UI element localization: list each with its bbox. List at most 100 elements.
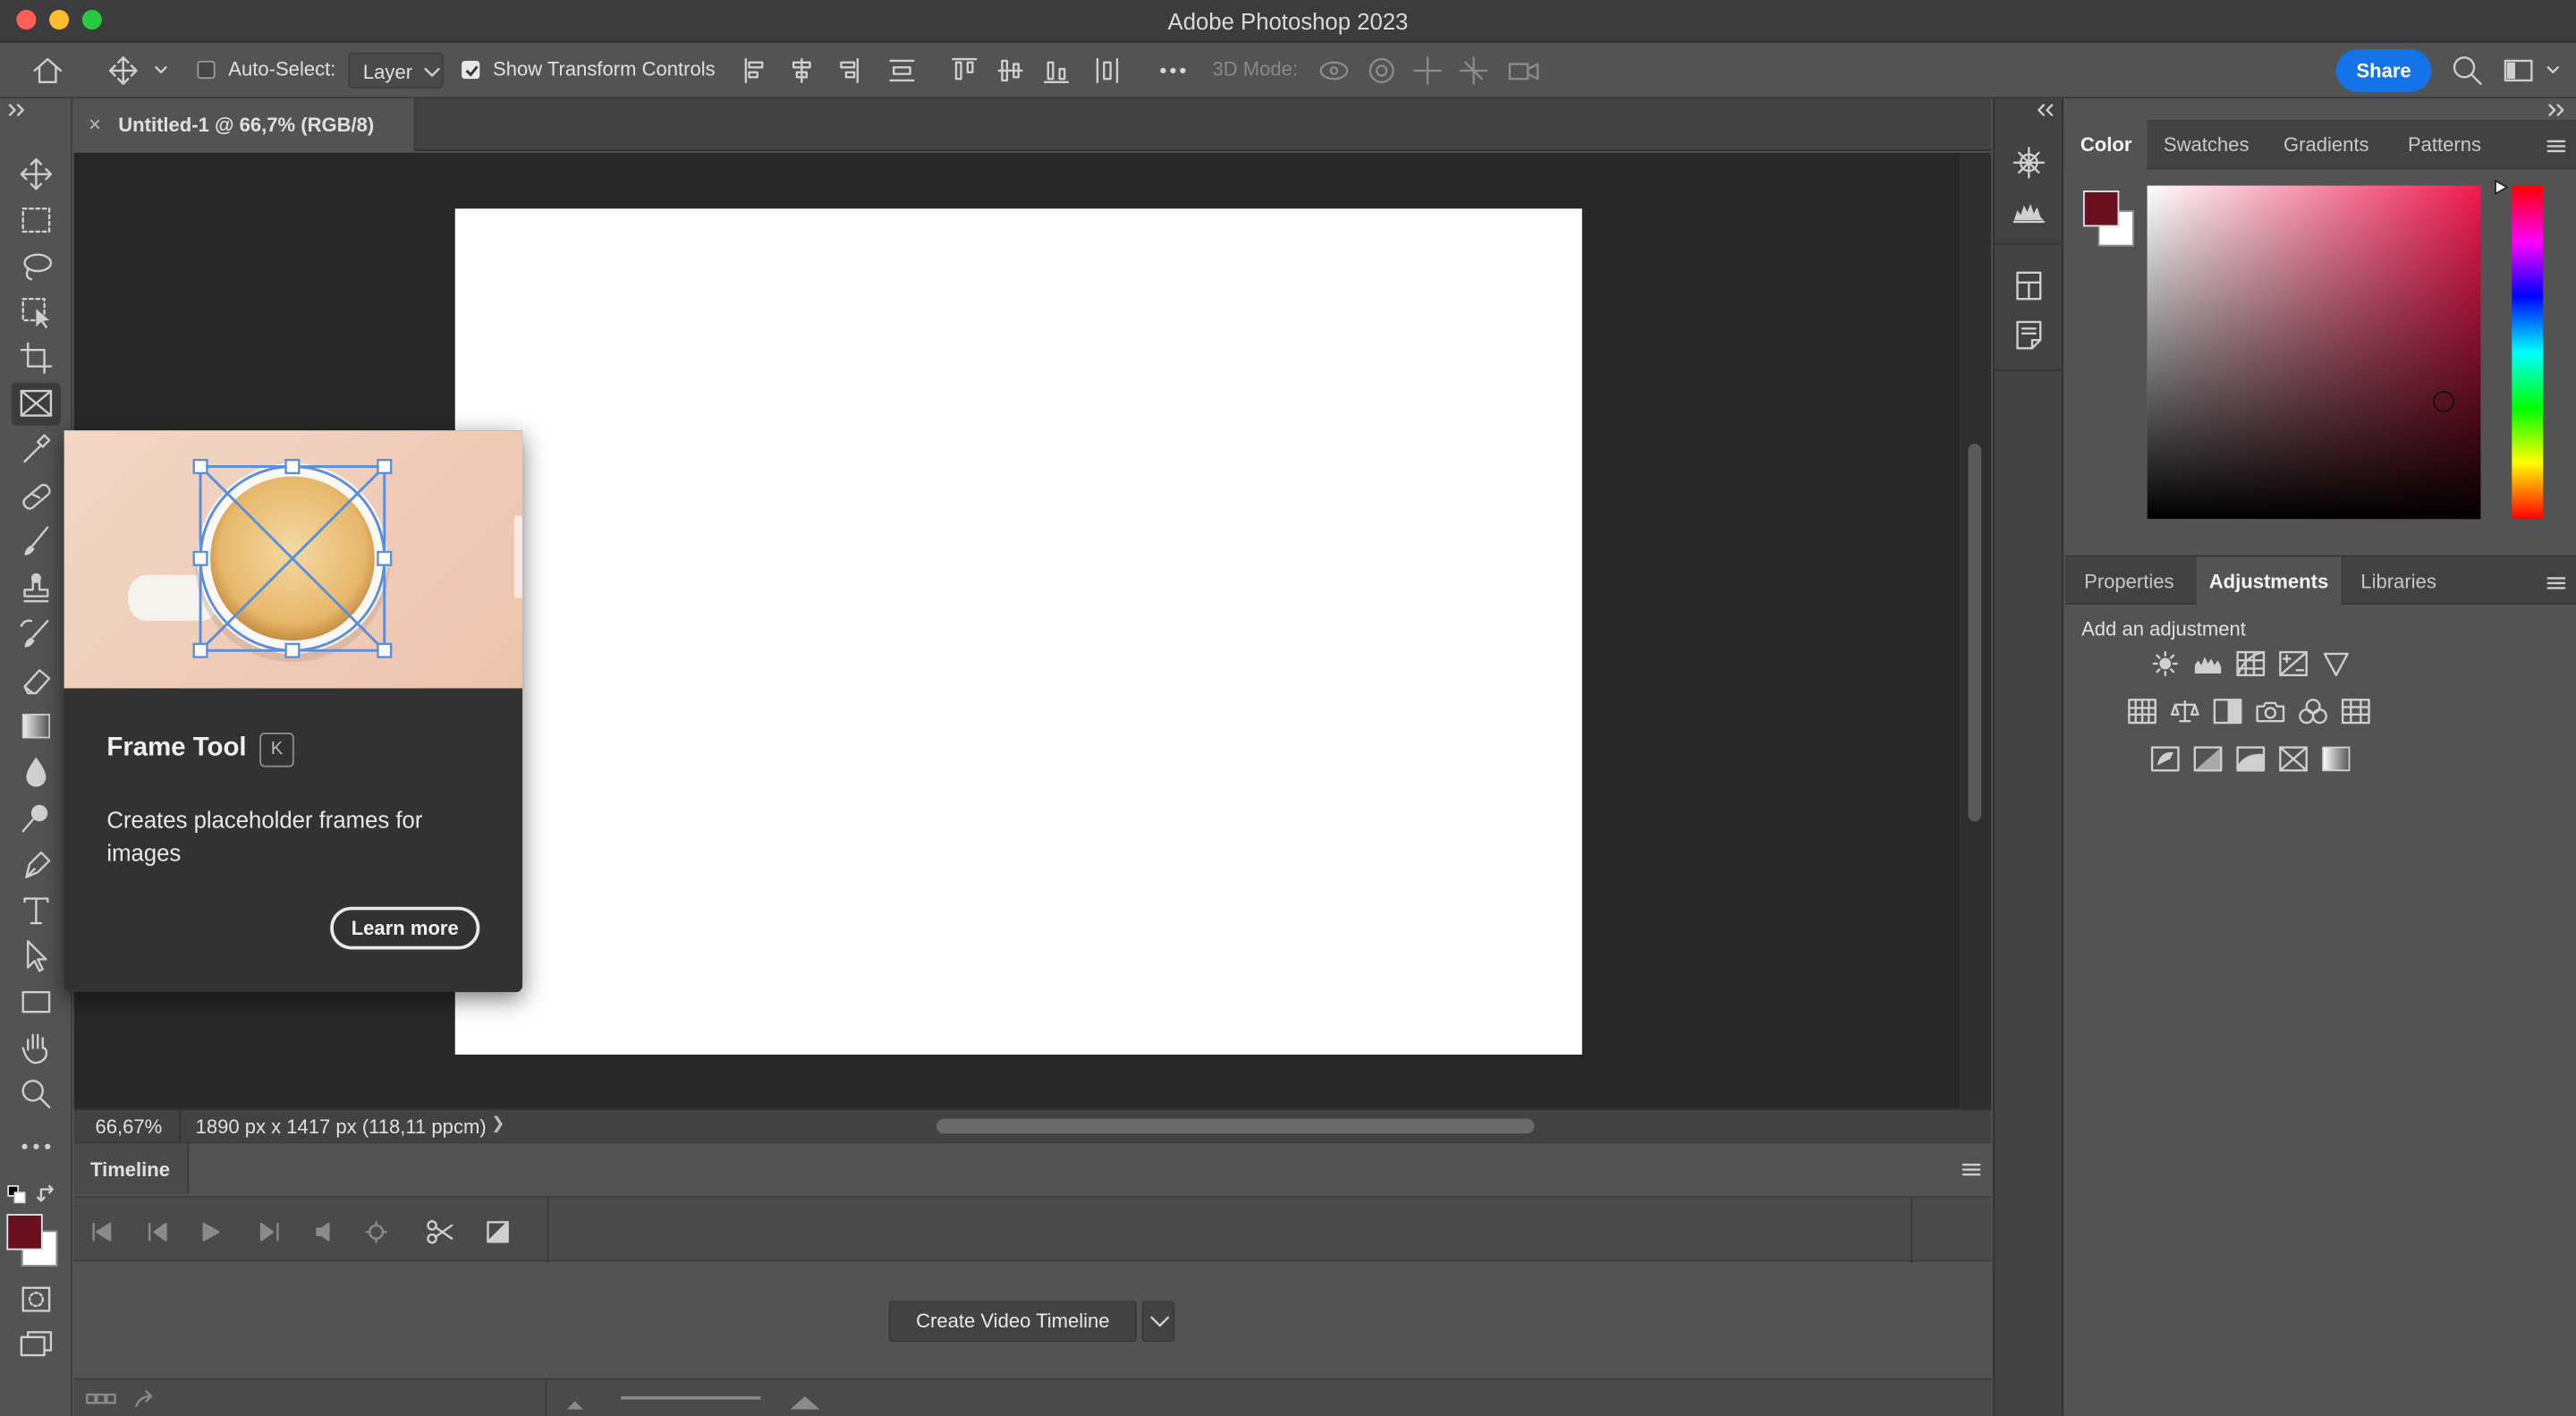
hue-slider[interactable] — [2512, 185, 2544, 520]
learn-more-button[interactable]: Learn more — [330, 906, 480, 950]
selective-color-icon[interactable] — [2279, 746, 2309, 772]
brightness-contrast-icon[interactable] — [2150, 650, 2180, 676]
collapse-arrows-icon[interactable] — [8, 104, 28, 117]
marquee-tool[interactable] — [12, 199, 61, 242]
threshold-icon[interactable] — [2236, 746, 2266, 772]
tooltip-illustration — [64, 430, 523, 689]
history-brush-tool[interactable] — [12, 613, 61, 656]
black-white-icon[interactable] — [2213, 698, 2242, 725]
horizontal-scrollbar-thumb[interactable] — [936, 1118, 1535, 1134]
exposure-icon[interactable] — [2279, 650, 2309, 676]
screen-mode-button[interactable] — [12, 1324, 61, 1367]
lasso-tool[interactable] — [12, 245, 61, 288]
tab-patterns[interactable]: Patterns — [2394, 120, 2496, 169]
color-balance-icon[interactable] — [2170, 698, 2199, 724]
panel-foreground-swatch[interactable] — [2082, 191, 2120, 227]
hue-slider-marker-icon[interactable] — [2494, 179, 2510, 196]
move-tool[interactable] — [12, 153, 61, 196]
eraser-tool[interactable] — [12, 658, 61, 701]
show-transform-checkbox[interactable] — [462, 60, 480, 80]
timeline-menu-icon[interactable] — [1960, 1159, 1983, 1179]
move-tool-preset-icon[interactable] — [106, 53, 171, 89]
crop-tool[interactable] — [12, 336, 61, 379]
navigator-dock-button[interactable] — [2011, 145, 2046, 181]
adjustments-panel-menu-icon[interactable] — [2545, 573, 2568, 593]
align-controls[interactable] — [740, 55, 1150, 85]
color-lookup-icon[interactable] — [2341, 698, 2370, 725]
pen-tool[interactable] — [12, 843, 61, 886]
eyedropper-tool[interactable] — [12, 428, 61, 471]
tab-color[interactable]: Color — [2064, 120, 2148, 170]
panel-dock — [1992, 98, 2063, 1416]
share-button[interactable]: Share — [2335, 49, 2432, 92]
expand-panels-icon[interactable] — [2546, 104, 2566, 117]
document-tab-bar: × Untitled-1 @ 66,7% (RGB/8) — [73, 98, 1992, 151]
hue-saturation-icon[interactable] — [2128, 698, 2157, 725]
photo-filter-icon[interactable] — [2256, 698, 2285, 724]
rectangle-tool[interactable] — [12, 980, 61, 1023]
timeline-zoom-slider[interactable] — [564, 1390, 843, 1413]
foreground-color-swatch[interactable] — [6, 1214, 43, 1251]
healing-brush-tool[interactable] — [12, 475, 61, 518]
histogram-dock-button[interactable] — [2011, 194, 2046, 230]
panel-layout-icon — [2016, 271, 2042, 301]
search-icon[interactable] — [2451, 55, 2484, 88]
document-tab[interactable]: × Untitled-1 @ 66,7% (RGB/8) — [73, 98, 416, 151]
tab-swatches[interactable]: Swatches — [2150, 120, 2262, 169]
edit-toolbar-button[interactable] — [12, 1130, 61, 1173]
color-picker-cursor[interactable] — [2433, 391, 2455, 412]
gradient-map-icon[interactable] — [2321, 746, 2351, 772]
home-icon[interactable] — [30, 53, 65, 89]
more-options-icon[interactable] — [1157, 55, 1190, 85]
workspace-icon[interactable] — [2502, 55, 2567, 85]
notes-dock-button[interactable] — [2011, 317, 2046, 352]
auto-select-target-dropdown[interactable]: Layer — [348, 52, 444, 89]
collapse-dock-icon[interactable] — [2036, 104, 2055, 117]
document-canvas[interactable] — [454, 208, 1582, 1055]
color-panel-menu-icon[interactable] — [2545, 136, 2568, 156]
object-selection-tool[interactable] — [12, 291, 61, 334]
tab-gradients[interactable]: Gradients — [2268, 120, 2384, 169]
clone-stamp-tool[interactable] — [12, 567, 61, 610]
timeline-tab[interactable]: Timeline — [73, 1143, 190, 1195]
close-tab-icon[interactable]: × — [89, 112, 101, 137]
path-selection-tool[interactable] — [12, 935, 61, 978]
tab-libraries[interactable]: Libraries — [2344, 557, 2453, 606]
dodge-tool[interactable] — [12, 797, 61, 840]
tab-adjustments[interactable]: Adjustments — [2196, 556, 2342, 606]
hand-tool[interactable] — [12, 1027, 61, 1070]
channel-mixer-icon[interactable] — [2299, 698, 2328, 725]
brush-tool[interactable] — [12, 521, 61, 564]
blur-tool[interactable] — [12, 750, 61, 793]
path-select-icon — [27, 940, 47, 972]
color-picker-field[interactable] — [2147, 185, 2481, 520]
vertical-scrollbar-thumb[interactable] — [1968, 443, 1982, 822]
timeline-footer — [73, 1378, 1992, 1416]
invert-icon[interactable] — [2150, 746, 2180, 772]
vibrance-icon[interactable] — [2321, 650, 2351, 676]
auto-select-checkbox[interactable] — [197, 60, 216, 80]
posterize-icon[interactable] — [2193, 746, 2223, 772]
eraser-icon — [23, 669, 51, 695]
status-menu-arrow-icon[interactable]: ❯ — [491, 1115, 504, 1133]
show-transform-label: Show Transform Controls — [493, 57, 716, 81]
levels-icon[interactable] — [2193, 650, 2223, 676]
libraries-dock-button[interactable] — [2011, 267, 2046, 303]
curves-icon[interactable] — [2236, 650, 2266, 676]
default-colors-icon[interactable] — [6, 1184, 26, 1204]
previous-frame-icon — [148, 1222, 167, 1242]
tab-properties[interactable]: Properties — [2065, 557, 2193, 606]
gradient-tool[interactable] — [12, 705, 61, 748]
zoom-tool[interactable] — [12, 1073, 61, 1115]
create-video-timeline-button[interactable]: Create Video Timeline — [888, 1301, 1137, 1343]
split-scissors-icon — [427, 1220, 453, 1244]
timeline-type-dropdown[interactable] — [1141, 1301, 1175, 1343]
tools-panel — [0, 98, 72, 1416]
zoom-level[interactable]: 66,67% — [96, 1115, 163, 1139]
type-tool[interactable] — [12, 888, 61, 931]
quick-mask-icon — [21, 1286, 51, 1312]
vertical-scrollbar[interactable] — [1960, 152, 1992, 1109]
frame-tool[interactable] — [11, 382, 61, 426]
quick-mask-button[interactable] — [12, 1278, 61, 1321]
swap-colors-icon[interactable] — [36, 1183, 59, 1206]
